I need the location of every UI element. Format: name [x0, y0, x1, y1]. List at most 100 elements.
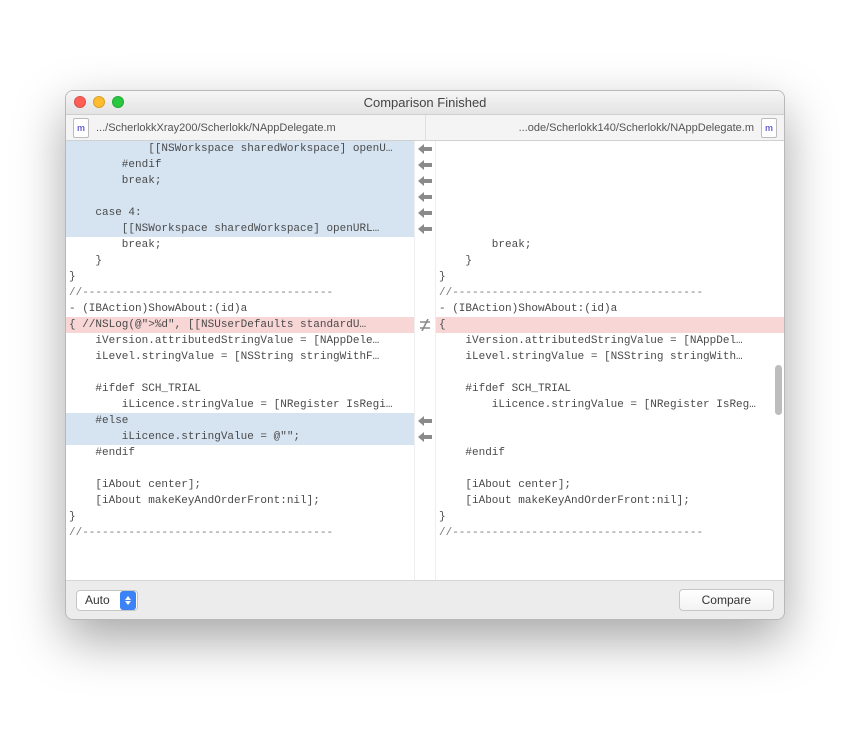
- scrollbar-thumb[interactable]: [775, 365, 782, 415]
- code-line: iVersion.attributedStringValue = [NAppDe…: [436, 333, 784, 349]
- mode-select-label: Auto: [77, 593, 120, 607]
- gutter-spacer: [415, 301, 435, 317]
- gutter-spacer: [415, 333, 435, 349]
- merge-left-icon[interactable]: [415, 173, 435, 189]
- code-line: }: [436, 269, 784, 285]
- right-path-text: ...ode/Scherlokk140/Scherlokk/NAppDelega…: [519, 122, 754, 134]
- code-line: - (IBAction)ShowAbout:(id)a: [436, 301, 784, 317]
- code-line: //--------------------------------------: [436, 285, 784, 301]
- gutter-spacer: [415, 397, 435, 413]
- code-line: #endif: [436, 445, 784, 461]
- file-icon: m: [73, 118, 89, 138]
- code-line: }: [436, 253, 784, 269]
- gutter-spacer: [415, 509, 435, 525]
- code-line: [iAbout center];: [436, 477, 784, 493]
- left-code-pane[interactable]: [[NSWorkspace sharedWorkspace] openU… #e…: [66, 141, 414, 580]
- code-line: }: [66, 253, 414, 269]
- code-line: iLevel.stringValue = [NSString stringWit…: [66, 349, 414, 365]
- compare-button[interactable]: Compare: [679, 589, 774, 611]
- code-line: { //NSLog(@">%d", [[NSUserDefaults stand…: [66, 317, 414, 333]
- gutter-spacer: [415, 461, 435, 477]
- code-line: iLicence.stringValue = [NRegister IsRegi…: [66, 397, 414, 413]
- code-line: case 4:: [66, 205, 414, 221]
- path-bar: m .../ScherlokkXray200/Scherlokk/NAppDel…: [66, 115, 784, 141]
- merge-left-icon[interactable]: [415, 413, 435, 429]
- code-line: }: [436, 509, 784, 525]
- code-line: #endif: [66, 157, 414, 173]
- file-icon: m: [761, 118, 777, 138]
- code-line: [436, 141, 784, 157]
- gutter-spacer: [415, 349, 435, 365]
- code-line: [436, 365, 784, 381]
- gutter-spacer: [415, 477, 435, 493]
- zoom-icon[interactable]: [112, 96, 124, 108]
- code-line: [436, 157, 784, 173]
- code-line: [iAbout center];: [66, 477, 414, 493]
- code-line: #ifdef SCH_TRIAL: [436, 381, 784, 397]
- window: Comparison Finished m .../ScherlokkXray2…: [65, 90, 785, 620]
- traffic-lights: [74, 96, 124, 108]
- gutter-spacer: [415, 365, 435, 381]
- gutter-spacer: [415, 285, 435, 301]
- code-line: - (IBAction)ShowAbout:(id)a: [66, 301, 414, 317]
- code-line: break;: [66, 237, 414, 253]
- merge-left-icon[interactable]: [415, 429, 435, 445]
- code-line: iLicence.stringValue = @"";: [66, 429, 414, 445]
- code-line: //--------------------------------------: [66, 285, 414, 301]
- code-line: [436, 429, 784, 445]
- code-line: #ifdef SCH_TRIAL: [66, 381, 414, 397]
- code-line: #else: [66, 413, 414, 429]
- merge-left-icon[interactable]: [415, 189, 435, 205]
- code-line: [iAbout makeKeyAndOrderFront:nil];: [436, 493, 784, 509]
- right-file-path[interactable]: ...ode/Scherlokk140/Scherlokk/NAppDelega…: [426, 115, 785, 140]
- code-line: break;: [66, 173, 414, 189]
- code-line: break;: [436, 237, 784, 253]
- left-file-path[interactable]: m .../ScherlokkXray200/Scherlokk/NAppDel…: [66, 115, 426, 140]
- code-line: [66, 365, 414, 381]
- code-line: [[NSWorkspace sharedWorkspace] openURL…: [66, 221, 414, 237]
- code-line: #endif: [66, 445, 414, 461]
- code-line: [iAbout makeKeyAndOrderFront:nil];: [66, 493, 414, 509]
- minimize-icon[interactable]: [93, 96, 105, 108]
- code-line: [436, 221, 784, 237]
- diff-area: [[NSWorkspace sharedWorkspace] openU… #e…: [66, 141, 784, 581]
- code-line: iLicence.stringValue = [NRegister IsReg…: [436, 397, 784, 413]
- title-bar: Comparison Finished: [66, 91, 784, 115]
- code-line: [436, 413, 784, 429]
- gutter-spacer: [415, 237, 435, 253]
- code-line: iVersion.attributedStringValue = [NAppDe…: [66, 333, 414, 349]
- close-icon[interactable]: [74, 96, 86, 108]
- code-line: [436, 173, 784, 189]
- compare-button-label: Compare: [702, 593, 751, 607]
- merge-left-icon[interactable]: [415, 157, 435, 173]
- left-path-text: .../ScherlokkXray200/Scherlokk/NAppDeleg…: [96, 122, 336, 134]
- diff-gutter: [414, 141, 436, 580]
- gutter-spacer: [415, 445, 435, 461]
- code-line: [66, 189, 414, 205]
- merge-left-icon[interactable]: [415, 205, 435, 221]
- merge-left-icon[interactable]: [415, 141, 435, 157]
- code-line: }: [66, 269, 414, 285]
- code-line: //--------------------------------------: [436, 525, 784, 541]
- code-line: iLevel.stringValue = [NSString stringWit…: [436, 349, 784, 365]
- window-title: Comparison Finished: [364, 95, 487, 110]
- diff-changed-icon[interactable]: [415, 317, 435, 333]
- mode-select[interactable]: Auto: [76, 590, 138, 611]
- code-line: [436, 461, 784, 477]
- code-line: [66, 461, 414, 477]
- code-line: //--------------------------------------: [66, 525, 414, 541]
- footer-bar: Auto Compare: [66, 581, 784, 619]
- gutter-spacer: [415, 493, 435, 509]
- code-line: [436, 189, 784, 205]
- stepper-icon: [120, 591, 136, 610]
- code-line: }: [66, 509, 414, 525]
- gutter-spacer: [415, 381, 435, 397]
- code-line: [436, 205, 784, 221]
- merge-left-icon[interactable]: [415, 221, 435, 237]
- right-code-pane[interactable]: break; }}//-----------------------------…: [436, 141, 784, 580]
- gutter-spacer: [415, 525, 435, 541]
- gutter-spacer: [415, 253, 435, 269]
- code-line: {: [436, 317, 784, 333]
- code-line: [[NSWorkspace sharedWorkspace] openU…: [66, 141, 414, 157]
- gutter-spacer: [415, 269, 435, 285]
